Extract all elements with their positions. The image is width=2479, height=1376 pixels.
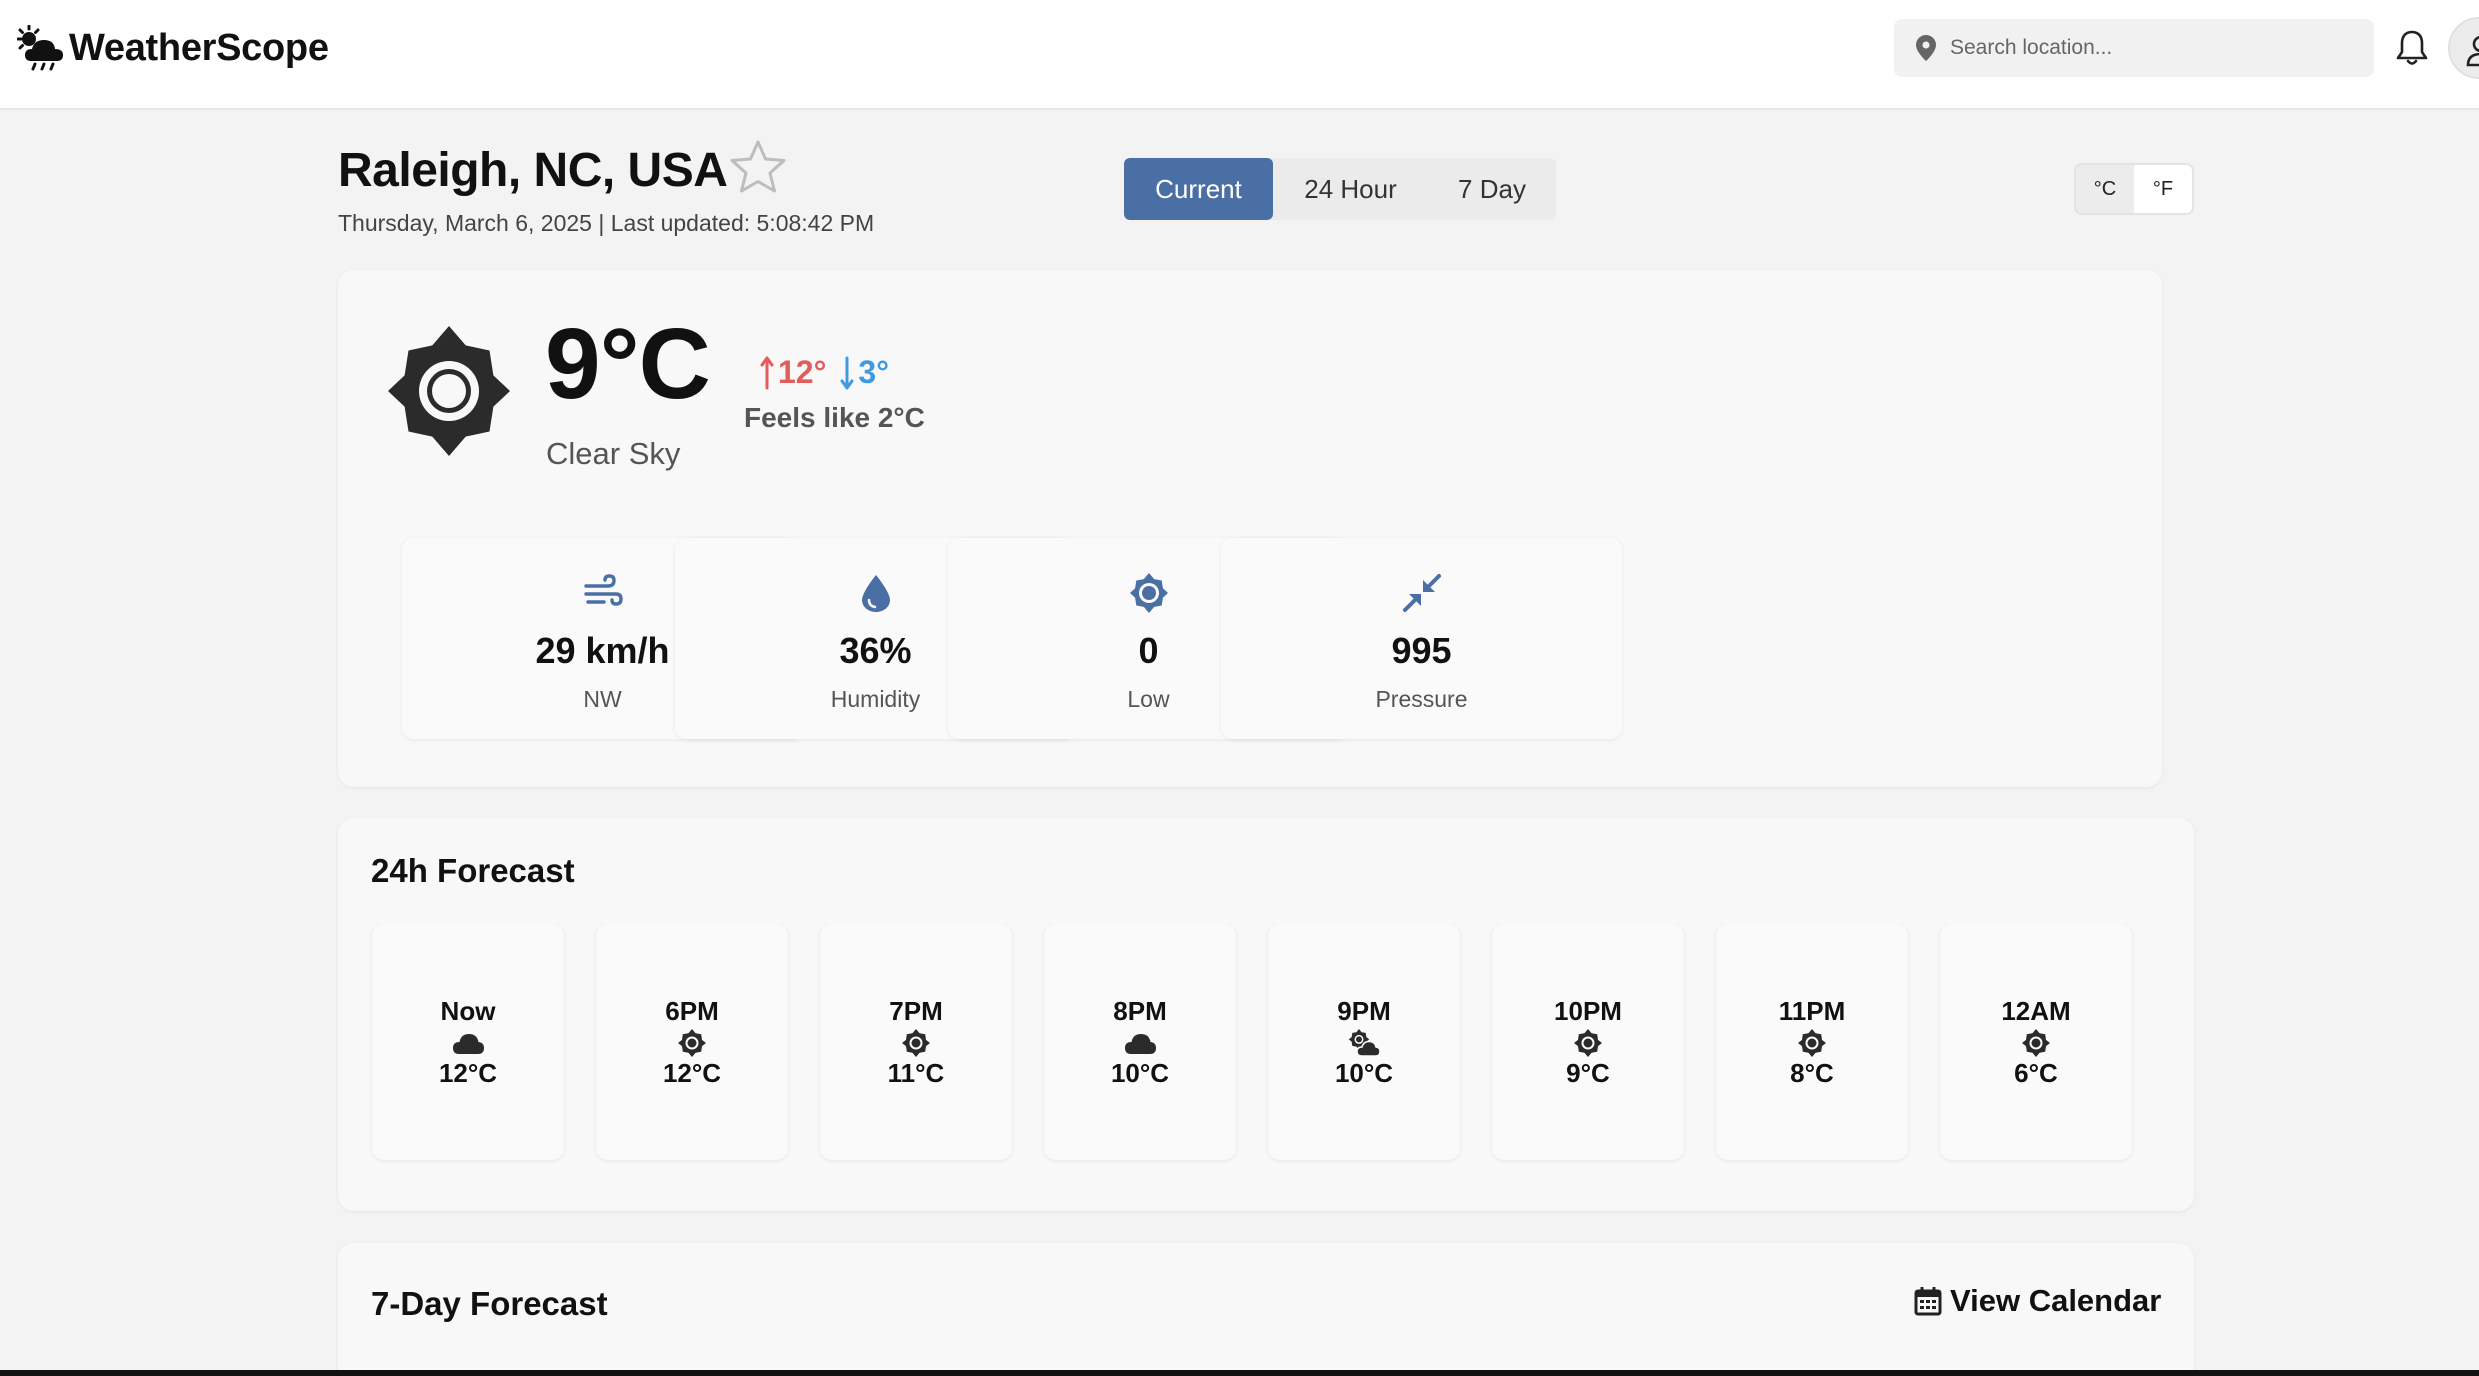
hour-time: 7PM — [889, 996, 943, 1026]
search-input[interactable] — [1950, 36, 2330, 60]
sun-icon — [678, 1029, 706, 1057]
hour-temp: 8°C — [1790, 1058, 1834, 1088]
hour-card[interactable]: 12AM 6°C — [1940, 924, 2132, 1160]
user-avatar-button[interactable] — [2448, 17, 2479, 79]
hour-card[interactable]: 10PM 9°C — [1492, 924, 1684, 1160]
sun-icon — [388, 326, 510, 456]
hour-time: 9PM — [1337, 996, 1391, 1026]
feels-like: Feels like 2°C — [744, 402, 925, 433]
high-temp: 12° — [760, 354, 826, 391]
forecast-24h-title: 24h Forecast — [371, 852, 575, 889]
favorite-star-icon[interactable] — [727, 137, 789, 197]
forecast-24h-card: 24h Forecast Now 12°C 6PM 12°C 7PM 11°C … — [338, 818, 2194, 1211]
user-icon — [2466, 35, 2479, 67]
location-name: Raleigh, NC, USA — [338, 144, 728, 197]
compress-arrows-icon — [1403, 574, 1441, 612]
uv-sun-icon — [1130, 573, 1168, 613]
storm-cloud-logo-icon — [17, 25, 63, 71]
hourly-scroll-strip[interactable]: Now 12°C 6PM 12°C 7PM 11°C 8PM 10°C 9PM … — [368, 924, 2162, 1176]
hour-time: Now — [440, 996, 496, 1026]
view-calendar-label: View Calendar — [1950, 1283, 2162, 1318]
hour-temp: 9°C — [1566, 1058, 1610, 1088]
app-name: WeatherScope — [69, 26, 329, 69]
hour-time: 10PM — [1554, 996, 1622, 1026]
sun-icon — [2022, 1029, 2050, 1057]
unit-fahrenheit-button[interactable]: °F — [2134, 165, 2192, 213]
low-temp-value: 3° — [858, 354, 889, 390]
partly-cloudy-icon — [1348, 1029, 1381, 1057]
current-temperature: 9°C — [545, 308, 711, 420]
cloud-icon — [1125, 1034, 1156, 1054]
sun-icon — [902, 1029, 930, 1057]
current-condition: Clear Sky — [546, 436, 681, 471]
arrow-down-icon — [840, 356, 854, 389]
arrow-up-icon — [760, 356, 774, 389]
hour-card[interactable]: 11PM 8°C — [1716, 924, 1908, 1160]
sun-icon — [1798, 1029, 1826, 1057]
search-box[interactable] — [1894, 19, 2374, 77]
wind-icon — [584, 574, 623, 606]
forecast-7day-card: 7-Day Forecast View Calendar — [338, 1243, 2194, 1376]
hour-time: 6PM — [665, 996, 719, 1026]
sun-icon — [1574, 1029, 1602, 1057]
hour-time: 8PM — [1113, 996, 1167, 1026]
app-logo[interactable]: WeatherScope — [17, 22, 329, 74]
hour-time: 12AM — [2001, 996, 2071, 1026]
stat-pressure: 995 Pressure — [1221, 538, 1622, 739]
date-last-updated: Thursday, March 6, 2025 | Last updated: … — [338, 210, 875, 236]
hour-temp: 12°C — [438, 1058, 498, 1088]
view-calendar-button[interactable]: View Calendar — [1914, 1283, 2161, 1319]
bottom-edge — [0, 1370, 2479, 1376]
low-temp: 3° — [840, 354, 889, 391]
hour-card[interactable]: 9PM 10°C — [1268, 924, 1460, 1160]
location-header: Raleigh, NC, USA — [338, 140, 789, 198]
unit-toggle: °C °F — [2074, 163, 2194, 215]
pressure-value: 995 — [1391, 630, 1452, 671]
hour-card[interactable]: 6PM 12°C — [596, 924, 788, 1160]
tab-7-day[interactable]: 7 Day — [1428, 158, 1556, 220]
droplet-icon — [862, 575, 890, 612]
hour-temp: 11°C — [887, 1058, 945, 1088]
top-bar: WeatherScope — [0, 0, 2479, 110]
hour-temp: 12°C — [662, 1058, 722, 1088]
unit-celsius-button[interactable]: °C — [2076, 165, 2134, 213]
hour-temp: 6°C — [2014, 1058, 2058, 1088]
pressure-label: Pressure — [1375, 686, 1468, 712]
hour-temp: 10°C — [1334, 1058, 1394, 1088]
high-low-temps: 12° 3° — [760, 354, 889, 391]
forecast-7day-title: 7-Day Forecast — [371, 1285, 608, 1322]
current-weather-card: 9°C Clear Sky 12° 3° Feels like 2°C 29 k… — [338, 270, 2162, 787]
bell-icon[interactable] — [2394, 28, 2430, 68]
hour-card[interactable]: 8PM 10°C — [1044, 924, 1236, 1160]
map-pin-icon — [1916, 35, 1936, 61]
calendar-icon — [1914, 1287, 1942, 1316]
hour-card[interactable]: 7PM 11°C — [820, 924, 1012, 1160]
view-tabs: Current 24 Hour 7 Day — [1124, 158, 1556, 220]
tab-current[interactable]: Current — [1124, 158, 1273, 220]
hour-time: 11PM — [1778, 996, 1846, 1026]
hour-temp: 10°C — [1110, 1058, 1170, 1088]
cloud-icon — [453, 1034, 484, 1054]
hour-card[interactable]: Now 12°C — [372, 924, 564, 1160]
high-temp-value: 12° — [778, 354, 827, 390]
tab-24-hour[interactable]: 24 Hour — [1273, 158, 1428, 220]
